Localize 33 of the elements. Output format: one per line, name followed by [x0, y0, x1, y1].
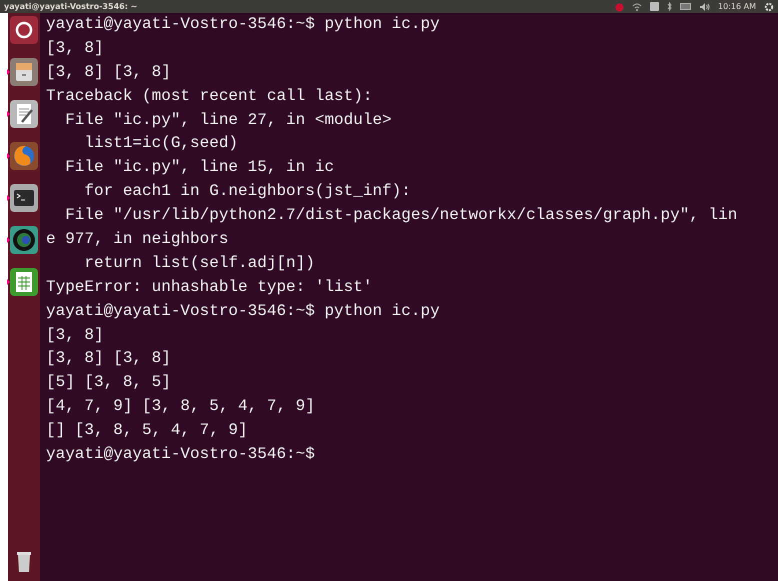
keyboard-layout-icon[interactable]	[650, 2, 660, 11]
bluetooth-icon[interactable]	[667, 2, 672, 11]
terminal-line: [3, 8] [3, 8]	[46, 348, 172, 370]
window-title: yayati@yayati-Vostro-3546: ~	[4, 2, 138, 11]
settings-icon[interactable]	[764, 2, 774, 12]
terminal-line: for each1 in G.neighbors(jst_inf):	[83, 181, 412, 202]
document-pencil-icon[interactable]	[10, 100, 38, 128]
terminal-line: Traceback (most recent call last):	[46, 86, 374, 107]
terminal-icon[interactable]	[10, 184, 38, 212]
globe-icon[interactable]	[10, 226, 38, 254]
terminal-line: [3, 8] [3, 8]	[46, 62, 172, 83]
dash-icon[interactable]	[10, 16, 38, 44]
terminal-line: File "ic.py", line 27, in <module>	[64, 110, 393, 131]
volume-icon[interactable]	[700, 2, 710, 10]
terminal-line: e 977, in neighbors	[46, 229, 230, 250]
battery-icon[interactable]	[680, 3, 692, 10]
terminal-line: list1=ic(G,seed)	[83, 133, 240, 154]
terminal-line: [3, 8]	[46, 38, 105, 59]
terminal-line: TypeError: unhashable type: 'list'	[46, 276, 374, 298]
file-cabinet-icon[interactable]	[10, 58, 38, 86]
terminal-line: return list(self.adj[n])	[83, 252, 316, 274]
wifi-icon[interactable]	[632, 2, 642, 10]
terminal-line: [4, 7, 9] [3, 8, 5, 4, 7, 9]	[46, 396, 316, 418]
terminal-line: File "ic.py", line 15, in ic	[64, 157, 336, 178]
terminal-line: File "/usr/lib/python2.7/dist-packages/networkx/classes/graph.py", lin	[64, 205, 738, 226]
terminal-line: yayati@yayati-Vostro-3546:~$ python ic.py	[46, 300, 441, 322]
terminal-line: yayati@yayati-Vostro-3546:~$ python ic.py	[46, 14, 441, 35]
terminal-line: [] [3, 8, 5, 4, 7, 9]	[46, 420, 249, 442]
spreadsheet-icon[interactable]	[10, 268, 38, 296]
terminal-line: [5] [3, 8, 5]	[46, 372, 172, 394]
terminal-line: yayati@yayati-Vostro-3546:~$	[46, 444, 316, 466]
clock[interactable]: 10:16 AM	[718, 2, 756, 11]
terminal-line: [3, 8]	[46, 324, 105, 346]
